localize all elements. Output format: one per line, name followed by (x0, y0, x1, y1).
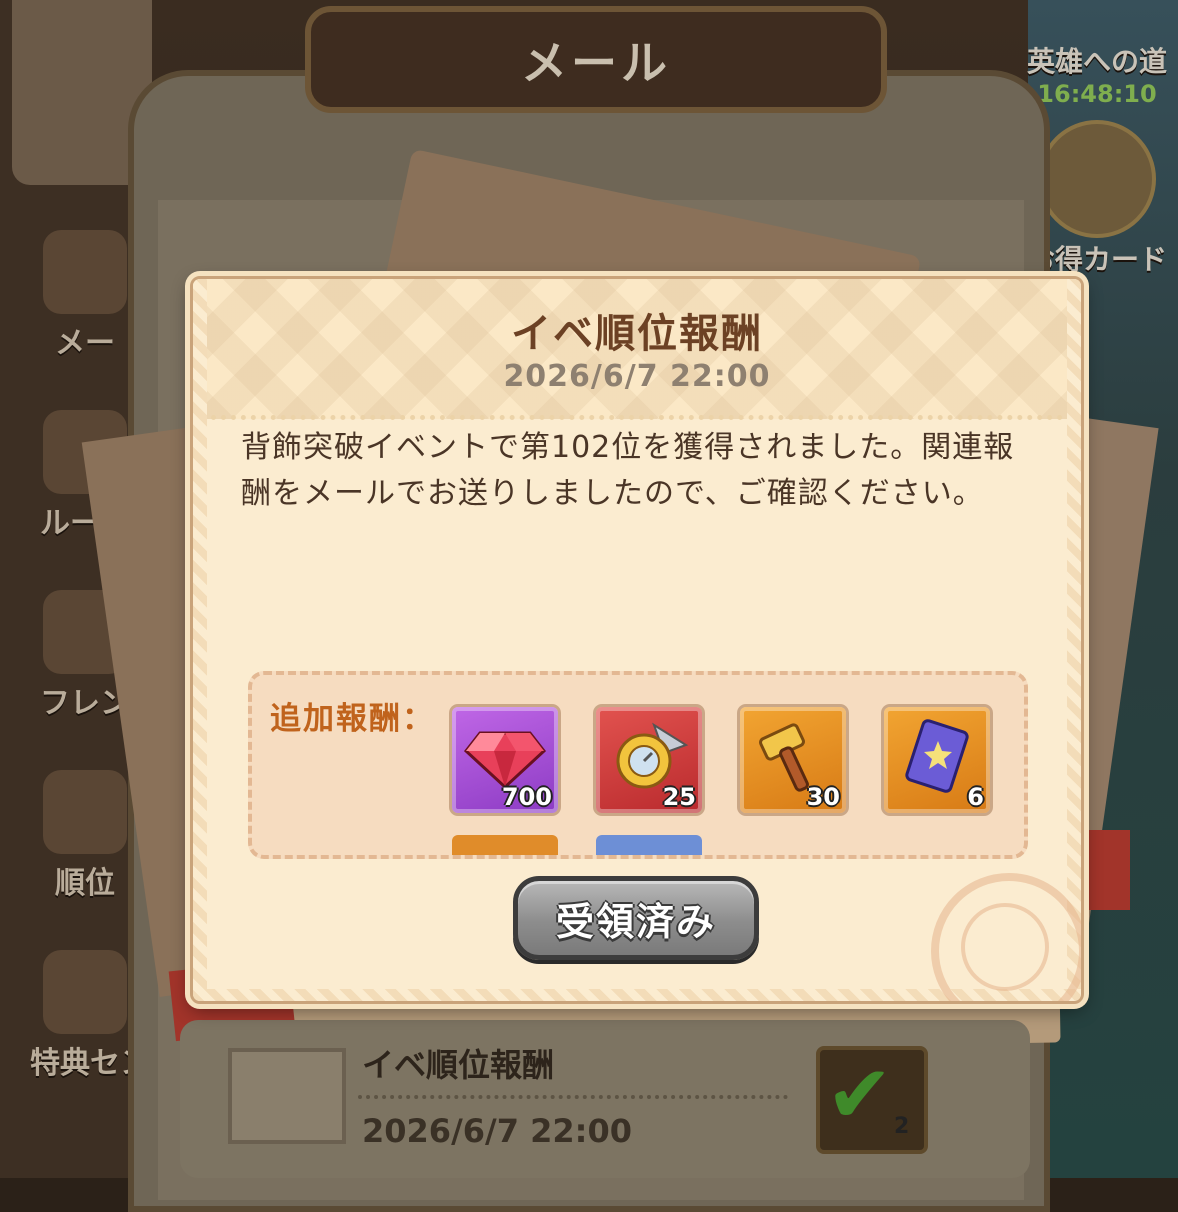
sidebar-item-bonus-center[interactable]: 特典セン (30, 950, 150, 1082)
reward-item-partial[interactable] (452, 835, 558, 855)
mushroom-stamp-icon (931, 873, 1081, 1001)
popup-divider (211, 415, 1063, 420)
reward-count: 6 (967, 783, 984, 811)
hero-road-button[interactable]: 英雄への道 16:48:10 (1022, 40, 1172, 108)
popup-message: 背飾突破イベントで第102位を獲得されました。関連報酬をメールでお送りしましたの… (241, 430, 1015, 511)
sidebar-item-label: 順位 (55, 866, 115, 901)
mail-item-divider (358, 1095, 788, 1099)
claimed-button-label: 受領済み (555, 899, 716, 944)
reward-item-card[interactable]: 6 (884, 707, 990, 813)
mail-item-date: 2026/6/7 22:00 (362, 1112, 632, 1150)
stamp-inner-ring (961, 903, 1049, 991)
window-title: メール (521, 35, 671, 90)
reward-item-hammer[interactable]: 30 (740, 707, 846, 813)
reward-box: 追加報酬： 700 25 30 6 (248, 671, 1028, 859)
claimed-button[interactable]: 受領済み (513, 876, 759, 960)
check-icon: ✔ (826, 1048, 894, 1141)
popup-title: イベ順位報酬 (511, 311, 763, 357)
hero-road-timer: 16:48:10 (1037, 80, 1157, 108)
sidebar-item-label: メー (55, 326, 115, 361)
mail-item-title: イベ順位報酬 (362, 1046, 555, 1084)
reward-label: 追加報酬： (270, 701, 435, 737)
envelope-icon (43, 230, 127, 314)
reward-count: 700 (501, 783, 552, 811)
medal-icon (43, 770, 127, 854)
popup-date: 2026/6/7 22:00 (503, 359, 771, 394)
reward-item-gem[interactable]: 700 (452, 707, 558, 813)
reward-count: 30 (806, 783, 840, 811)
mail-item-reward-count: 2 (894, 1114, 910, 1139)
deal-card-icon (1038, 120, 1156, 238)
sidebar-item-ranking[interactable]: 順位 (30, 770, 140, 902)
sidebar-item-mail[interactable]: メー (30, 230, 140, 362)
hero-road-label: 英雄への道 (1026, 45, 1167, 78)
reward-count: 25 (662, 783, 696, 811)
mail-detail-popup: イベ順位報酬 2026/6/7 22:00 背飾突破イベントで第102位を獲得さ… (190, 276, 1084, 1004)
treasure-chest-icon (43, 950, 127, 1034)
reward-item-compass[interactable]: 25 (596, 707, 702, 813)
reward-item-partial[interactable] (596, 835, 702, 855)
envelope-icon (228, 1048, 346, 1144)
mail-title-plate: メール (305, 6, 887, 113)
sidebar-item-label: 特典セン (30, 1046, 150, 1081)
